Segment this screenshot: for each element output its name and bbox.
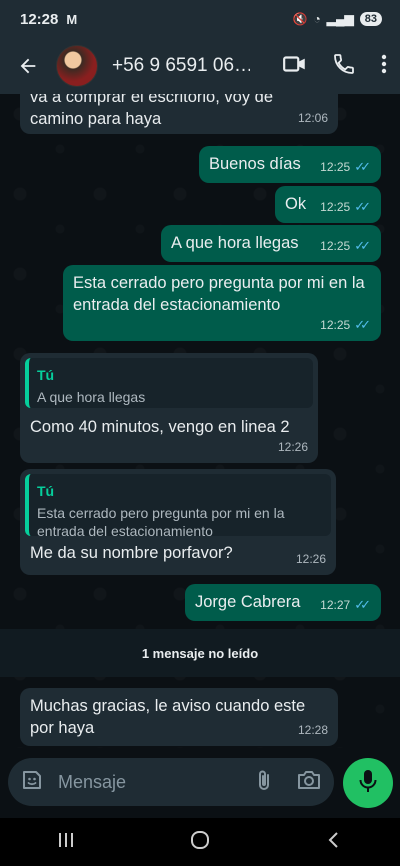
message-time: 12:25 (320, 318, 351, 332)
more-options-icon[interactable] (380, 53, 388, 80)
message-text: Muchas gracias, le aviso cuando este por… (30, 697, 306, 737)
camera-icon[interactable] (296, 768, 322, 797)
message-incoming[interactable]: Muchas gracias, le aviso cuando este por… (20, 688, 338, 746)
status-bar: 12:28 M 🔇 ◔ ▂▄▆ 83 (0, 0, 400, 38)
message-outgoing[interactable]: Buenos días 12:25 ✓✓ (199, 146, 381, 183)
home-icon[interactable] (189, 829, 211, 856)
voice-message-button[interactable] (343, 758, 393, 808)
quote-author: Tú (37, 367, 55, 383)
message-text: Como 40 minutos, vengo en linea 2 (30, 418, 290, 436)
back-nav-icon[interactable] (324, 830, 344, 855)
message-incoming[interactable]: Tú A que hora llegas Como 40 minutos, ve… (20, 353, 318, 463)
unread-label: 1 mensaje no leído (141, 645, 259, 661)
message-outgoing[interactable]: Ok 12:25 ✓✓ (275, 186, 381, 223)
message-placeholder[interactable]: Mensaje (58, 772, 126, 793)
message-outgoing[interactable]: Jorge Cabrera 12:27 ✓✓ (185, 584, 381, 621)
message-incoming[interactable]: Tú Esta cerrado pero pregunta por mi en … (20, 469, 336, 575)
gmail-icon: M (66, 11, 78, 27)
message-text: Esta cerrado pero pregunta por mi en la … (73, 274, 365, 314)
read-ticks-icon: ✓✓ (354, 238, 371, 253)
system-navigation-bar (0, 818, 400, 866)
contact-avatar[interactable] (56, 45, 98, 87)
message-input[interactable]: Mensaje (8, 758, 334, 806)
message-time: 12:26 (295, 552, 326, 566)
message-outgoing[interactable]: Esta cerrado pero pregunta por mi en la … (63, 265, 381, 341)
chat-header: +56 9 6591 06… (0, 38, 400, 94)
message-text: Me da su nombre porfavor? (30, 544, 233, 562)
message-outgoing[interactable]: A que hora llegas 12:25 ✓✓ (161, 225, 381, 262)
message-text: va a comprar el escritorio, voy de camin… (30, 94, 274, 128)
message-time: 12:28 (297, 723, 328, 737)
emoji-sticker-icon[interactable] (20, 768, 44, 797)
battery-indicator: 83 (359, 12, 382, 26)
message-time: 12:27 (320, 598, 351, 612)
read-ticks-icon: ✓✓ (354, 199, 371, 214)
message-time: 12:25 (320, 160, 351, 174)
read-ticks-icon: ✓✓ (354, 159, 371, 174)
unread-divider: 1 mensaje no leído (0, 629, 400, 677)
quoted-message[interactable]: Tú Esta cerrado pero pregunta por mi en … (25, 474, 331, 539)
quoted-message[interactable]: Tú A que hora llegas (25, 358, 313, 408)
attach-icon[interactable] (254, 768, 274, 797)
message-incoming[interactable]: va a comprar el escritorio, voy de camin… (20, 94, 338, 134)
quote-text: A que hora llegas (37, 389, 146, 405)
message-time: 12:06 (297, 111, 328, 125)
contact-name[interactable]: +56 9 6591 06… (112, 55, 250, 77)
signal-icon: ▂▄▆ (326, 12, 354, 26)
chat-area[interactable]: va a comprar el escritorio, voy de camin… (0, 94, 400, 748)
status-time: 12:28 (20, 10, 59, 28)
video-call-icon[interactable] (282, 51, 308, 82)
mute-icon: 🔇 (292, 12, 308, 26)
recent-apps-icon[interactable] (56, 830, 76, 855)
back-arrow-icon[interactable] (14, 52, 42, 80)
message-time: 12:26 (277, 440, 308, 454)
composer: Mensaje (0, 748, 400, 818)
message-time: 12:25 (320, 239, 351, 253)
quote-text: Esta cerrado pero pregunta por mi en la … (37, 505, 285, 539)
read-ticks-icon: ✓✓ (354, 317, 371, 332)
message-time: 12:25 (320, 200, 351, 214)
quote-author: Tú (37, 483, 55, 499)
microphone-icon (357, 768, 379, 799)
read-ticks-icon: ✓✓ (354, 597, 371, 612)
phone-call-icon[interactable] (332, 52, 356, 81)
wifi-icon: ◔ (313, 12, 321, 26)
